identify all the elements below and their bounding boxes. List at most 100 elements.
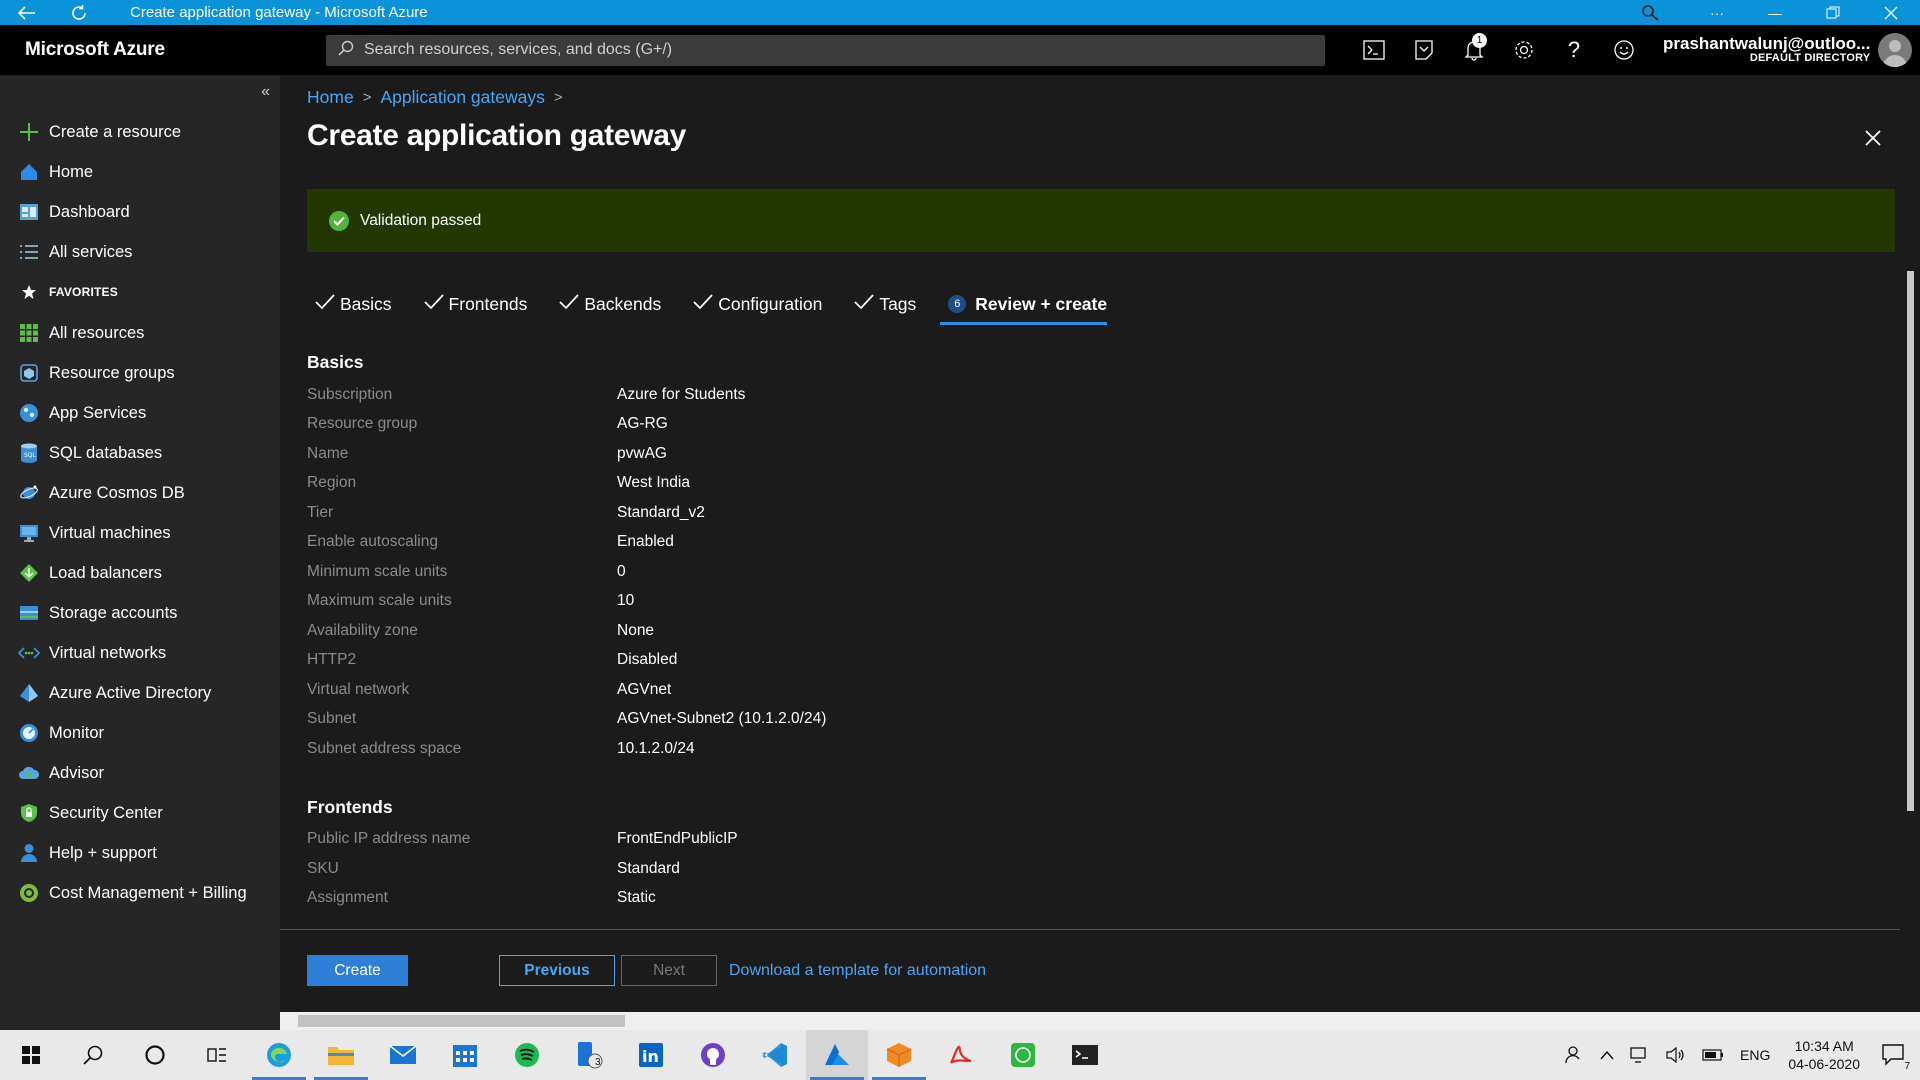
sidebar-item-all-services[interactable]: All services: [18, 237, 132, 267]
sidebar-item-label: Resource groups: [49, 363, 175, 382]
scrollbar-thumb[interactable]: [298, 1015, 625, 1027]
avatar[interactable]: [1878, 33, 1913, 67]
create-button[interactable]: Create: [307, 955, 408, 986]
breadcrumb-home[interactable]: Home: [307, 87, 354, 108]
sidebar-item-sql-databases[interactable]: SQL SQL databases: [18, 438, 162, 468]
horizontal-scrollbar[interactable]: [280, 1012, 1920, 1030]
action-center-icon[interactable]: 7: [1882, 1044, 1910, 1072]
gear-icon[interactable]: [1499, 25, 1549, 75]
file-explorer-icon[interactable]: [310, 1030, 372, 1080]
close-window-icon[interactable]: [1862, 0, 1920, 25]
github-icon[interactable]: [682, 1030, 744, 1080]
volume-icon[interactable]: [1666, 1047, 1686, 1063]
tab-configuration[interactable]: Configuration: [693, 289, 822, 319]
sidebar-item-resource-groups[interactable]: Resource groups: [18, 358, 175, 388]
cloud-shell-icon[interactable]: [1349, 25, 1399, 75]
sidebar-item-advisor[interactable]: Advisor: [18, 758, 104, 788]
breadcrumb-application-gateways[interactable]: Application gateways: [380, 87, 544, 108]
sidebar-item-label: Load balancers: [49, 563, 162, 582]
sidebar-item-storage-accounts[interactable]: Storage accounts: [18, 598, 177, 628]
summary-key: Maximum scale units: [307, 592, 452, 610]
summary-row: Maximum scale units 10: [307, 587, 1887, 617]
tab-basics[interactable]: Basics: [315, 289, 392, 319]
search-icon[interactable]: [62, 1030, 124, 1080]
search-input[interactable]: Search resources, services, and docs (G+…: [326, 34, 1325, 66]
feedback-smiley-icon[interactable]: [1599, 25, 1649, 75]
tab-label: Configuration: [718, 293, 823, 314]
sidebar-item-label: All services: [49, 242, 133, 261]
sidebar-item-security-center[interactable]: Security Center: [18, 798, 163, 828]
phone-app-icon[interactable]: 3: [558, 1030, 620, 1080]
sidebar-item-help-support[interactable]: Help + support: [18, 838, 157, 868]
calendar-icon[interactable]: [434, 1030, 496, 1080]
tab-review-create[interactable]: 6 Review + create: [940, 289, 1107, 325]
sidebar-item-all-resources[interactable]: All resources: [18, 318, 144, 348]
sidebar-item-app-services[interactable]: App Services: [18, 398, 146, 428]
account-menu[interactable]: prashantwalunj@outloo... DEFAULT DIRECTO…: [1663, 35, 1870, 64]
back-icon[interactable]: [8, 0, 46, 25]
clock[interactable]: 10:34 AM 04-06-2020: [1788, 1037, 1860, 1073]
next-button[interactable]: Next: [621, 955, 717, 986]
tab-tags[interactable]: Tags: [854, 289, 916, 319]
azure-icon[interactable]: [806, 1030, 868, 1080]
mail-icon[interactable]: [372, 1030, 434, 1080]
tab-backends[interactable]: Backends: [559, 289, 661, 319]
people-icon[interactable]: [1564, 1045, 1584, 1065]
whatsapp-icon[interactable]: [992, 1030, 1054, 1080]
sidebar-item-label: All resources: [49, 323, 145, 342]
phone-badge: 3: [595, 1057, 601, 1068]
acrobat-icon[interactable]: [930, 1030, 992, 1080]
directory-filter-icon[interactable]: [1399, 25, 1449, 75]
sidebar-item-cost-management[interactable]: Cost Management + Billing: [18, 878, 247, 908]
sidebar-item-label: Dashboard: [49, 202, 130, 221]
sidebar-item-create-resource[interactable]: Create a resource: [18, 117, 181, 147]
refresh-icon[interactable]: [60, 0, 98, 25]
previous-button[interactable]: Previous: [499, 955, 615, 986]
sidebar-item-home[interactable]: Home: [18, 157, 93, 187]
brand-title[interactable]: Microsoft Azure: [0, 39, 228, 61]
download-template-link[interactable]: Download a template for automation: [729, 955, 986, 986]
sidebar-item-monitor[interactable]: Monitor: [18, 718, 104, 748]
sidebar-item-virtual-networks[interactable]: Virtual networks: [18, 638, 166, 668]
task-view-icon[interactable]: [186, 1030, 248, 1080]
summary-value: Disabled: [617, 651, 678, 669]
cosmos-db-icon: [18, 482, 40, 504]
edge-icon[interactable]: [248, 1030, 310, 1080]
sidebar-item-cosmos-db[interactable]: Azure Cosmos DB: [18, 478, 185, 508]
collapse-sidebar-icon[interactable]: «: [261, 83, 270, 101]
spotify-icon[interactable]: [496, 1030, 558, 1080]
help-icon[interactable]: ?: [1549, 25, 1599, 75]
vscode-icon[interactable]: [744, 1030, 806, 1080]
vertical-scrollbar[interactable]: [1900, 255, 1920, 930]
summary-value: 0: [617, 562, 626, 580]
sidebar-item-label: App Services: [49, 403, 147, 422]
section-title-frontends: Frontends: [307, 796, 393, 817]
tab-frontends[interactable]: Frontends: [423, 289, 527, 319]
cortana-icon[interactable]: [124, 1030, 186, 1080]
minimize-icon[interactable]: —: [1746, 0, 1804, 25]
summary-key: Availability zone: [307, 621, 418, 639]
restore-icon[interactable]: [1804, 0, 1862, 25]
summary-value: West India: [617, 474, 690, 492]
summary-row: Enable autoscaling Enabled: [307, 528, 1887, 558]
linkedin-icon[interactable]: in: [620, 1030, 682, 1080]
language-indicator[interactable]: ENG: [1740, 1047, 1770, 1063]
close-icon[interactable]: [1860, 125, 1886, 151]
sidebar-item-dashboard[interactable]: Dashboard: [18, 197, 130, 227]
sidebar-item-virtual-machines[interactable]: Virtual machines: [18, 518, 171, 548]
zoom-icon[interactable]: [1622, 0, 1680, 25]
terminal-icon[interactable]: [1054, 1030, 1116, 1080]
cube-icon: [18, 362, 40, 384]
more-icon[interactable]: ···: [1688, 0, 1746, 25]
bell-icon[interactable]: 1: [1449, 25, 1499, 75]
scrollbar-thumb[interactable]: [1907, 271, 1914, 811]
sidebar-item-load-balancers[interactable]: Load balancers: [18, 558, 162, 588]
summary-row: Region West India: [307, 469, 1887, 499]
chevron-up-icon[interactable]: [1600, 1050, 1614, 1060]
sidebar-item-active-directory[interactable]: Azure Active Directory: [18, 678, 211, 708]
user-directory: DEFAULT DIRECTORY: [1749, 52, 1871, 65]
windows-start-icon[interactable]: [0, 1030, 62, 1080]
box-app-icon[interactable]: [868, 1030, 930, 1080]
battery-icon[interactable]: [1702, 1049, 1724, 1061]
network-icon[interactable]: [1630, 1047, 1650, 1063]
